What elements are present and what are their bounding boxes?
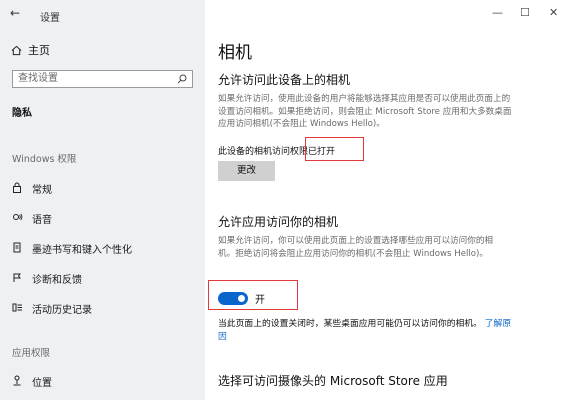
speech-icon <box>11 212 23 226</box>
lock-icon <box>11 182 23 196</box>
status-prefix: 此设备的相机访问权 <box>218 147 300 157</box>
back-arrow-icon[interactable]: ← <box>10 6 20 20</box>
sidebar-item-activity-history[interactable]: 活动历史记录 <box>11 301 92 316</box>
windows-permissions-header: Windows 权限 <box>12 154 77 165</box>
sidebar-item-speech[interactable]: 语音 <box>11 211 52 226</box>
sidebar-item-label: 位置 <box>32 378 52 389</box>
sidebar-item-general[interactable]: 常规 <box>11 181 52 196</box>
annotation-box-toggle <box>208 280 298 310</box>
sidebar-item-location[interactable]: 位置 <box>11 374 52 389</box>
sidebar-item-label: 语音 <box>32 215 52 226</box>
sidebar-item-diagnostics[interactable]: 诊断和反馈 <box>11 271 82 286</box>
home-label: 主页 <box>28 44 50 57</box>
note-text: 当此页面上的设置关闭时，某些桌面应用可能仍可以访问你的相机。 <box>218 319 482 329</box>
activity-history-icon <box>11 302 23 316</box>
sidebar-item-label: 墨迹书写和键入个性化 <box>32 245 132 256</box>
sidebar-item-label: 活动历史记录 <box>32 305 92 316</box>
maximize-button[interactable]: ☐ <box>520 6 530 19</box>
minimize-button[interactable]: — <box>492 6 503 19</box>
title-bar: ← 设置 <box>0 0 205 30</box>
sidebar-item-label: 常规 <box>32 185 52 196</box>
device-access-description: 如果允许访问，使用此设备的用户将能够选择其应用是否可以使用此页面上的设置访问相机… <box>218 94 512 129</box>
sidebar: ← 设置 主页 查找设置 隐私 Windows 权限 常规 语音 墨迹书写和键入… <box>0 0 205 400</box>
page-title: 相机 <box>218 43 252 63</box>
inking-icon <box>11 242 23 256</box>
device-access-heading: 允许访问此设备上的相机 <box>218 73 351 87</box>
store-apps-heading: 选择可访问摄像头的 Microsoft Store 应用 <box>218 374 448 388</box>
search-placeholder: 查找设置 <box>18 73 58 84</box>
home-nav-item[interactable]: 主页 <box>11 42 50 58</box>
sidebar-item-inking-typing[interactable]: 墨迹书写和键入个性化 <box>11 241 132 256</box>
search-icon <box>177 74 187 84</box>
change-button[interactable]: 更改 <box>218 161 275 181</box>
app-permissions-header: 应用权限 <box>12 348 51 359</box>
close-button[interactable]: ✕ <box>549 6 558 19</box>
location-icon <box>11 375 23 389</box>
feedback-icon <box>11 272 23 286</box>
annotation-box-status <box>305 137 364 161</box>
search-input[interactable]: 查找设置 <box>12 70 193 88</box>
app-access-note: 当此页面上的设置关闭时，某些桌面应用可能仍可以访问你的相机。 了解原因 <box>218 318 518 344</box>
current-section-label: 隐私 <box>12 108 32 119</box>
home-icon <box>11 45 22 55</box>
app-access-description: 如果允许访问，你可以使用此页面上的设置选择哪些应用可以访问你的相机。拒绝访问将会… <box>218 236 494 259</box>
window-title: 设置 <box>40 13 60 24</box>
sidebar-item-label: 诊断和反馈 <box>32 275 82 286</box>
app-access-heading: 允许应用访问你的相机 <box>218 215 339 229</box>
